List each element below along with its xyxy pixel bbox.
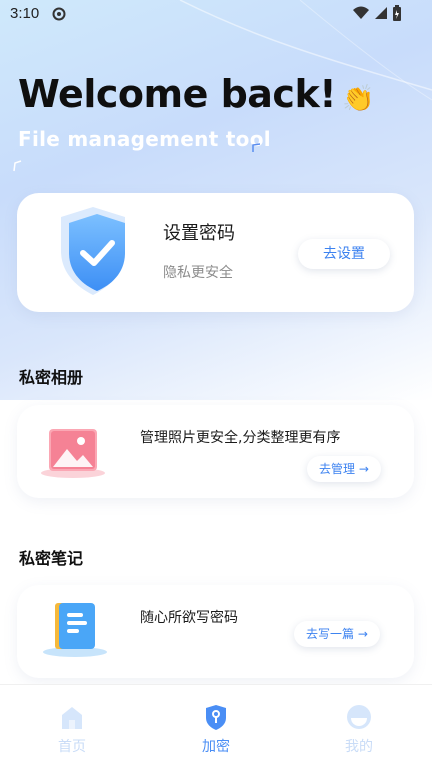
private-album-card[interactable]: 管理照片更安全,分类整理更有序 去管理 → [17,405,414,498]
battery-icon [392,5,402,25]
go-set-button[interactable]: 去设置 [298,239,390,269]
tab-home[interactable]: 首页 [22,685,122,768]
set-password-card[interactable]: 设置密码 隐私更安全 去设置 [17,193,414,312]
album-description: 管理照片更安全,分类整理更有序 [140,430,341,446]
status-time: 3:10 [10,5,40,22]
profile-icon [347,705,371,729]
tab-mine-label: 我的 [345,739,373,755]
private-notes-card[interactable]: 随心所欲写密码 去写一篇 → [17,585,414,678]
tab-encrypt-label: 加密 [202,739,230,755]
go-write-button[interactable]: 去写一篇 → [294,621,380,647]
lock-shield-icon [206,705,226,730]
section-title-private-notes: 私密笔记 [19,549,84,568]
notebook-icon [43,603,107,657]
status-bar: 3:10 [0,0,432,28]
section-title-private-album: 私密相册 [19,368,84,387]
photo-icon [41,429,105,478]
tab-home-label: 首页 [58,739,86,755]
page-subtitle: File management tool [18,127,271,151]
clap-icon: 👏 [342,84,374,114]
wifi-icon [352,6,370,24]
decorative-tick [252,143,261,152]
shield-check-icon [61,207,125,295]
tab-encrypt[interactable]: 加密 [166,685,266,768]
page-title: Welcome back! 👏 [18,72,374,116]
gear-icon [51,6,67,26]
bottom-tab-bar: 首页 加密 我的 [0,684,432,768]
notes-description: 随心所欲写密码 [140,610,238,626]
password-card-subtitle: 隐私更安全 [163,265,233,281]
decorative-tick [13,160,22,172]
home-icon [62,707,82,729]
signal-icon [374,6,388,24]
password-card-title: 设置密码 [163,223,235,244]
welcome-text: Welcome back! [18,72,337,116]
system-icons [352,5,402,25]
tab-mine[interactable]: 我的 [309,685,409,768]
go-manage-button[interactable]: 去管理 → [307,456,381,482]
